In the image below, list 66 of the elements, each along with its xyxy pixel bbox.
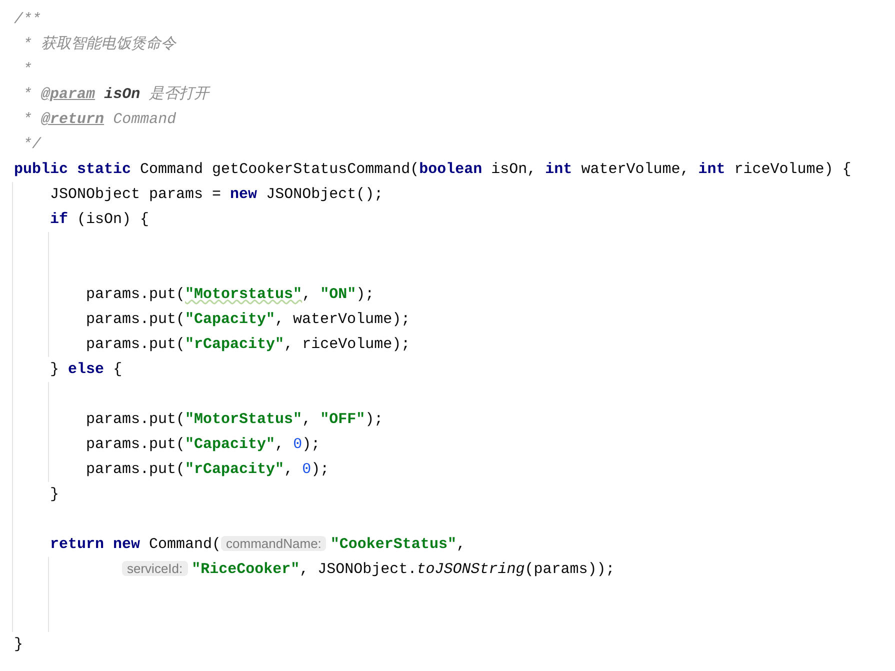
doc-tag: @return [41,111,104,128]
keyword: int [698,161,726,178]
comment-text: * [23,86,32,103]
code-text: waterVolume, [581,161,690,178]
keyword: new [230,186,258,203]
code-text: { [113,361,122,378]
code-text: riceVolume) { [734,161,852,178]
comment-text: * [23,36,32,53]
comment-text: Command [113,111,176,128]
code-text: (params)); [524,561,615,578]
keyword: return new [50,536,140,553]
comment-text: 获取智能电饭煲命令 [41,36,176,53]
string-literal: "Capacity" [185,436,276,453]
code-text: params.put( [86,411,186,428]
string-literal: "MotorStatus" [185,411,302,428]
code-text: Command getCookerStatusCommand( [140,161,420,178]
code-text: JSONObject params = [50,186,222,203]
code-text: params.put( [86,461,186,478]
method-name: toJSONString [416,561,525,578]
code-text: params.put( [86,336,186,353]
comment-text: * [23,111,32,128]
code-text: , waterVolume); [275,311,410,328]
number-literal: 0 [302,461,312,478]
string-literal: "CookerStatus" [330,536,456,553]
code-text: , [302,286,312,303]
keyword: int [545,161,572,178]
parameter-hint: serviceId: [122,561,188,576]
string-literal: "Motorstatus" [185,286,302,303]
code-text: , [284,461,294,478]
string-literal: "Capacity" [185,311,276,328]
code-text: ); [365,411,384,428]
keyword: if [50,211,68,228]
string-literal: "rCapacity" [185,336,284,353]
code-text: params.put( [86,311,186,328]
number-literal: 0 [293,436,302,453]
code-text: params.put( [86,286,186,303]
comment-text: * [23,61,32,78]
keyword: boolean [419,161,482,178]
code-text: , [275,436,286,453]
parameter-hint: commandName: [221,536,326,551]
keyword: else [68,361,104,378]
code-text: } [50,486,60,503]
string-literal: "RiceCooker" [192,561,300,578]
code-text: } [14,636,24,653]
string-literal: "ON" [320,286,356,303]
keyword: public static [14,161,132,178]
code-text: ); [311,461,330,478]
parameter-name: isOn [104,86,140,103]
comment-text: /** [14,11,42,28]
code-text: isOn, [491,161,536,178]
code-text: , [302,411,312,428]
code-text: , riceVolume); [284,336,410,353]
code-text: JSONObject(); [266,186,384,203]
code-text: Command( [149,536,222,553]
code-text: (isOn) { [77,211,150,228]
code-text: , JSONObject. [300,561,417,578]
string-literal: "OFF" [320,411,366,428]
code-text: } [50,361,60,378]
doc-tag: @param [41,86,96,103]
code-text: ); [356,286,374,303]
code-text: ); [302,436,320,453]
code-text: , [456,536,466,553]
string-literal: "rCapacity" [185,461,284,478]
code-text: params.put( [86,436,186,453]
comment-text: */ [23,136,42,153]
comment-text: 是否打开 [149,86,210,103]
